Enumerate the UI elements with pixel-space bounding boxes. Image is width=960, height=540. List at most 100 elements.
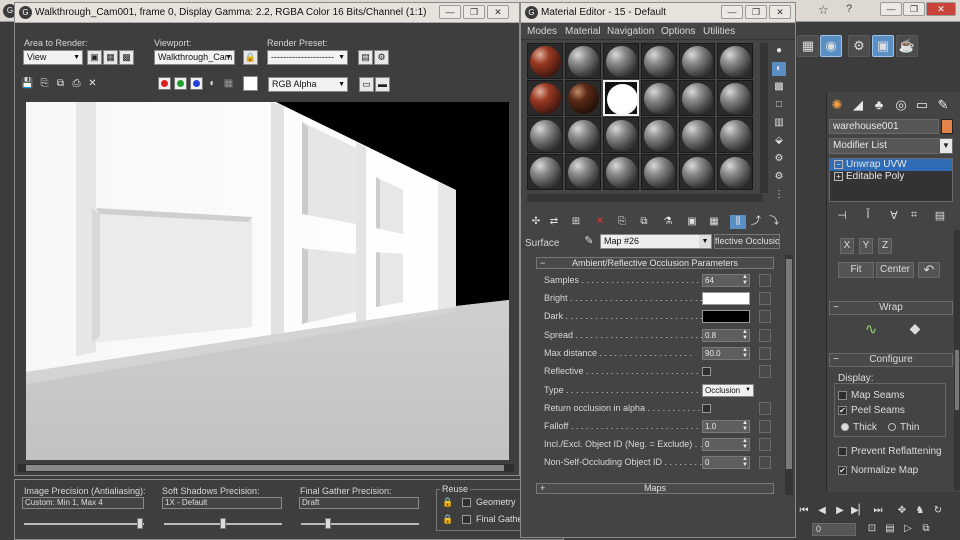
slots-vertical-scrollbar[interactable] — [760, 43, 768, 193]
restore-button[interactable]: ❐ — [463, 5, 485, 19]
show-end-result-icon[interactable]: ⫼ — [730, 215, 746, 229]
scrollbar-thumb[interactable] — [786, 259, 792, 469]
make-unique-icon[interactable]: ⧉ — [636, 215, 652, 229]
material-slot[interactable] — [603, 117, 639, 153]
blue-channel-toggle[interactable] — [190, 77, 203, 90]
geometry-checkbox[interactable] — [462, 498, 471, 507]
modify-tab-icon[interactable]: ◢ — [849, 96, 867, 114]
material-slot[interactable] — [717, 117, 753, 153]
scrollbar-thumb[interactable] — [955, 350, 959, 410]
save-image-icon[interactable]: 💾 — [21, 77, 34, 90]
red-channel-toggle[interactable] — [158, 77, 171, 90]
spinner-arrows-icon[interactable]: ▲ ▼ — [741, 274, 749, 287]
pan-icon[interactable]: ✥ — [895, 504, 909, 518]
star-icon[interactable]: ☆ — [818, 3, 829, 17]
dark-color-swatch[interactable] — [702, 310, 750, 323]
copy-image-icon[interactable]: ⎘ — [38, 77, 51, 90]
incl-excl-map-button[interactable] — [759, 438, 771, 451]
close-button[interactable]: ✕ — [769, 5, 791, 19]
material-slot[interactable] — [641, 43, 677, 79]
bright-color-swatch[interactable] — [702, 292, 750, 305]
remove-modifier-icon[interactable]: ⌗ — [907, 209, 921, 223]
close-button[interactable]: ✕ — [487, 5, 509, 19]
normalize-map-checkbox[interactable]: ✔ — [838, 466, 847, 475]
display-channel-dropdown[interactable]: RGB Alpha ▼ — [268, 77, 348, 92]
go-to-start-icon[interactable]: ⏮ — [797, 504, 811, 518]
occlusion-params-rollout-header[interactable]: − Ambient/Reflective Occlusion Parameter… — [536, 257, 774, 269]
main-minimize-button[interactable]: — — [880, 2, 902, 16]
scrollbar-thumb[interactable] — [26, 465, 504, 471]
material-slot[interactable] — [679, 80, 715, 116]
spinner-arrows-icon[interactable]: ▲ ▼ — [741, 347, 749, 360]
map-name-field[interactable]: Map #26 ▼ — [600, 234, 712, 249]
make-unique-icon[interactable]: ∀ — [887, 209, 901, 223]
spinner-arrows-icon[interactable]: ▲ ▼ — [741, 438, 749, 451]
map-type-button[interactable]: flective Occlusion — [714, 234, 780, 249]
object-color-swatch[interactable] — [941, 119, 953, 134]
command-panel-scrollbar[interactable] — [954, 230, 960, 490]
menu-navigation[interactable]: Navigation — [607, 26, 654, 37]
material-slot[interactable] — [527, 43, 563, 79]
non-self-map-button[interactable] — [759, 456, 771, 469]
material-slot[interactable] — [527, 80, 563, 116]
menu-options[interactable]: Options — [661, 26, 695, 37]
material-slot[interactable] — [717, 154, 753, 190]
max-distance-map-button[interactable] — [759, 347, 771, 360]
material-slot[interactable] — [603, 43, 639, 79]
put-to-scene-icon[interactable]: ⇄ — [546, 215, 562, 229]
render-teapot-icon[interactable]: ☕ — [896, 35, 918, 57]
make-preview-icon[interactable]: ⬙ — [772, 134, 786, 148]
wrap-rollout-header[interactable]: − Wrap — [829, 301, 953, 315]
spinner-arrows-icon[interactable]: ▲ ▼ — [741, 329, 749, 342]
walk-icon[interactable]: ♞ — [913, 504, 927, 518]
display-tab-icon[interactable]: ▭ — [913, 96, 931, 114]
return-alpha-map-button[interactable] — [759, 402, 771, 415]
material-slot[interactable] — [603, 80, 639, 116]
restore-button[interactable]: ❐ — [745, 5, 767, 19]
menu-utilities[interactable]: Utilities — [703, 26, 735, 37]
reflective-map-button[interactable] — [759, 365, 771, 378]
minimize-button[interactable]: — — [721, 5, 743, 19]
render-setup-icon[interactable]: ⚙ — [848, 35, 870, 57]
material-slot[interactable] — [717, 80, 753, 116]
go-to-end-icon[interactable]: ⏭ — [871, 504, 885, 518]
field-of-view-icon[interactable]: ▷ — [901, 522, 915, 536]
current-frame-field[interactable]: 0 — [812, 523, 856, 536]
main-close-button[interactable]: ✕ — [926, 2, 956, 16]
material-slot[interactable] — [679, 43, 715, 79]
utilities-tab-icon[interactable]: ✎ — [934, 96, 952, 114]
material-slot[interactable] — [527, 117, 563, 153]
stack-item-editable-poly[interactable]: + Editable Poly — [830, 171, 952, 183]
render-region-icon[interactable]: ▩ — [119, 50, 134, 65]
final-gather-slider[interactable] — [325, 518, 331, 529]
axis-x-button[interactable]: X — [840, 238, 854, 254]
material-slot[interactable] — [565, 43, 601, 79]
previous-frame-icon[interactable]: ◀ — [815, 504, 829, 518]
toggle-ui-icon[interactable]: ▬ — [375, 77, 390, 92]
area-to-render-dropdown[interactable]: View ▼ — [23, 50, 83, 65]
prevent-reflattening-checkbox[interactable] — [838, 447, 847, 456]
material-slot[interactable] — [717, 43, 753, 79]
pin-stack-icon[interactable]: ⊣ — [835, 209, 849, 223]
spread-map-button[interactable] — [759, 329, 771, 342]
auto-region-icon[interactable]: ▦ — [103, 50, 118, 65]
center-button[interactable]: Center — [876, 262, 914, 278]
material-slot[interactable] — [527, 154, 563, 190]
fit-button[interactable]: Fit — [838, 262, 874, 278]
material-id-channel-icon[interactable]: ▣ — [684, 215, 700, 229]
go-forward-to-sibling-icon[interactable]: ⤵ — [766, 215, 782, 229]
print-icon[interactable]: ⎙ — [70, 77, 83, 90]
axis-z-button[interactable]: Z — [878, 238, 892, 254]
material-slot[interactable] — [641, 117, 677, 153]
background-pattern-icon[interactable]: ▩ — [772, 80, 786, 94]
minimize-button[interactable]: — — [439, 5, 461, 19]
toggle-ui-overlay-icon[interactable]: ▭ — [359, 77, 374, 92]
schematic-icon[interactable]: ▦ — [797, 35, 819, 57]
plus-expand-icon[interactable]: + — [834, 172, 843, 181]
minus-expand-icon[interactable]: − — [834, 160, 843, 169]
make-copy-icon[interactable]: ⎘ — [614, 215, 630, 229]
main-restore-button[interactable]: ❐ — [903, 2, 925, 16]
spinner-arrows-icon[interactable]: ▲ ▼ — [741, 456, 749, 469]
put-to-library-icon[interactable]: ⚗ — [660, 215, 676, 229]
maximize-viewport-icon[interactable]: ⧉ — [919, 522, 933, 536]
